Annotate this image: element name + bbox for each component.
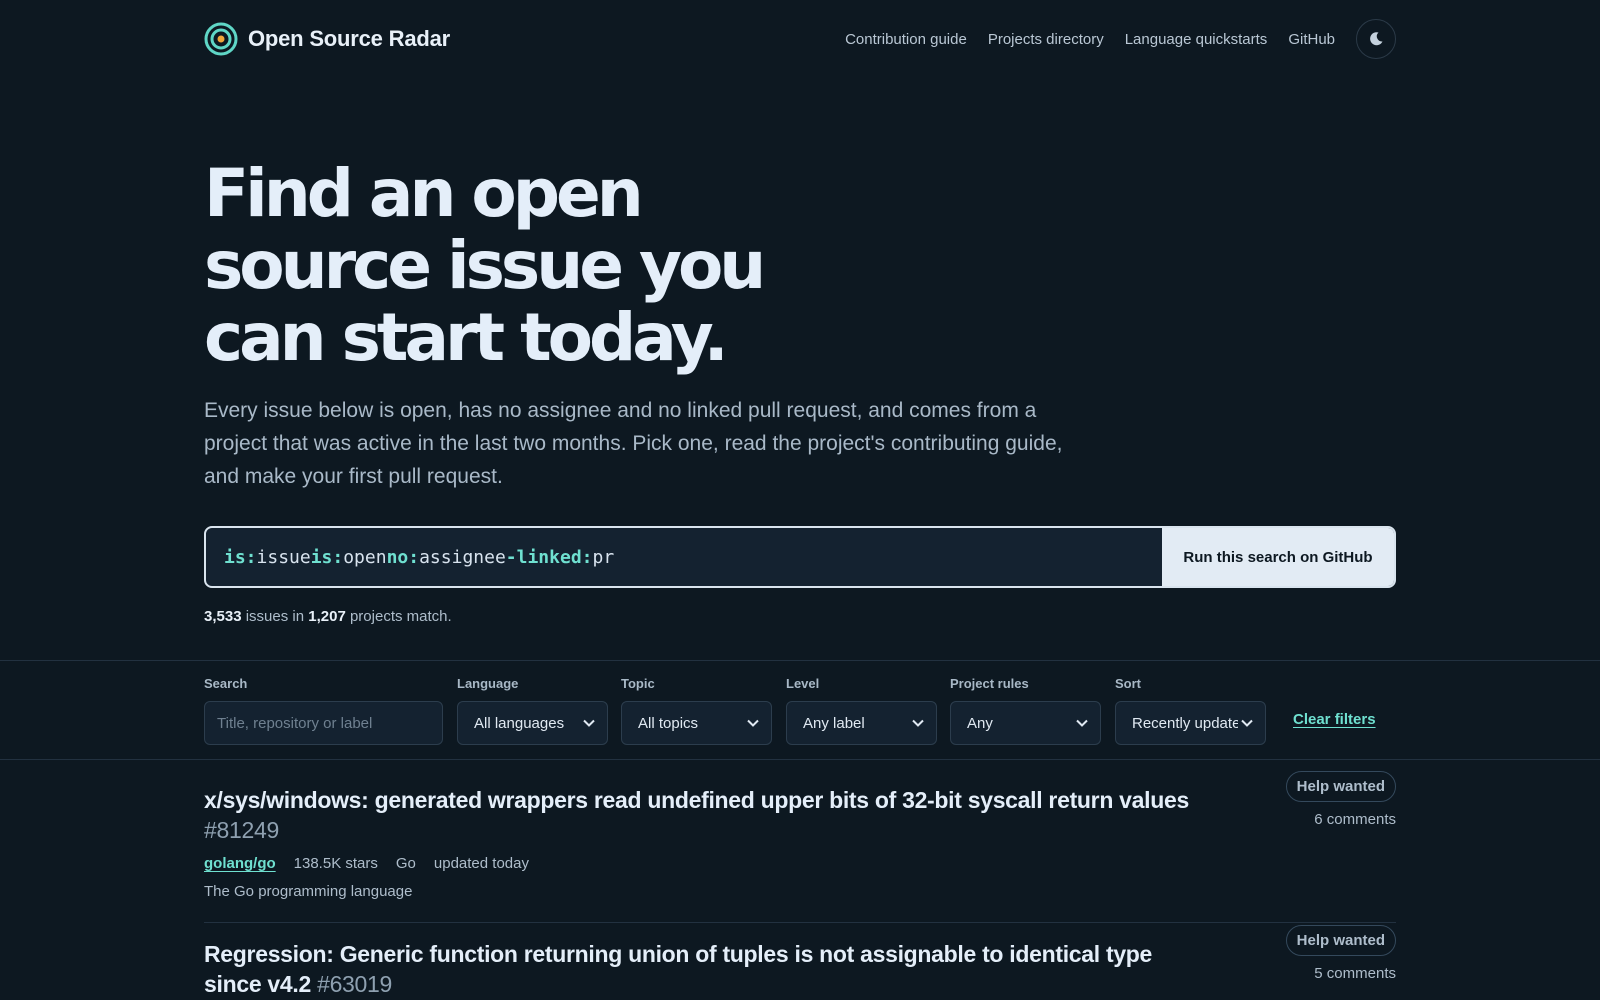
brand-name: Open Source Radar [248,26,450,51]
filter-label: Topic [621,676,655,691]
query-key: no: [386,546,420,568]
repo-link[interactable]: golang/go [204,855,276,872]
clear-filters-link[interactable]: Clear filters [1293,711,1376,728]
run-search-on-github-button[interactable]: Run this search on GitHub [1162,528,1394,586]
level-select[interactable]: Any label [786,701,937,745]
filter-label: Level [786,676,820,691]
top-bar: Open Source Radar Contribution guide Pro… [204,18,1396,60]
projects-word: projects match. [349,608,452,625]
issue-item[interactable]: Regression: Generic function returning u… [204,925,1396,999]
chevron-down-icon [747,719,759,727]
chevron-down-icon [1076,719,1088,727]
search-query-code[interactable]: is: issue is: open no: assignee -linked: pr [206,528,1162,586]
query-key: is: [310,546,344,568]
select-value: All topics [638,714,699,732]
comment-count: 6 comments [1314,811,1396,828]
select-value: Recently updated [1132,714,1238,732]
filter-project-rules: Project rules Any [950,676,1101,745]
issue-number: #81249 [204,817,279,843]
issue-title[interactable]: Regression: Generic function returning u… [204,939,1194,999]
radar-logo-icon [204,22,238,56]
issue-number: #63019 [317,971,393,997]
query-key: -linked: [505,546,593,568]
repo-description: The Go programming language [204,883,413,900]
main-nav: Contribution guide Projects directory La… [845,19,1396,59]
search-placeholder: Title, repository or label [217,714,373,732]
filter-label: Search [204,676,248,691]
filter-topic: Topic All topics [621,676,772,745]
filter-level: Level Any label [786,676,937,745]
moon-icon [1370,32,1383,46]
issue-title-text: x/sys/windows: generated wrappers read u… [204,787,1189,813]
theme-toggle-button[interactable] [1356,19,1396,59]
query-value: issue [256,546,311,568]
filter-search: Search Title, repository or label [204,676,443,745]
chevron-down-icon [583,719,595,727]
issues-word: issues in [245,608,305,625]
select-value: All languages [474,714,565,732]
issue-side: Help wanted 6 comments [1285,771,1396,828]
language-select[interactable]: All languages [457,701,608,745]
issue-meta: golang/go 138.5K stars Go updated today [204,855,1396,872]
select-value: Any label [803,714,865,732]
filter-language: Language All languages [457,676,608,745]
topic-select[interactable]: All topics [621,701,772,745]
issue-updated: updated today [433,855,529,872]
hero-title: Find an open source issue you can start … [204,155,766,376]
nav-contribution-guide[interactable]: Contribution guide [845,31,967,48]
project-rules-select[interactable]: Any [950,701,1101,745]
chevron-down-icon [1241,719,1253,727]
issue-side: Help wanted 5 comments [1285,925,1396,982]
nav-projects-directory[interactable]: Projects directory [988,31,1104,48]
repo-language: Go [395,855,416,872]
sort-select[interactable]: Recently updated [1115,701,1266,745]
repo-stars: 138.5K stars [293,855,378,872]
issue-item[interactable]: x/sys/windows: generated wrappers read u… [204,771,1396,900]
chevron-down-icon [912,719,924,727]
query-value: open [343,546,387,568]
query-key: is: [224,546,257,568]
issue-divider [204,922,1396,923]
issues-count: 3,533 [204,608,242,625]
hero-description: Every issue below is open, has no assign… [204,399,1063,488]
filter-label: Project rules [950,676,1029,691]
query-value: pr [592,546,615,568]
match-summary: 3,533 issues in 1,207 projects match. [204,608,452,625]
filter-label: Sort [1115,676,1141,691]
filter-label: Language [457,676,519,691]
issue-title[interactable]: x/sys/windows: generated wrappers read u… [204,785,1194,845]
search-query-box: is: issue is: open no: assignee -linked: pr … [204,526,1396,588]
brand[interactable]: Open Source Radar [204,22,450,56]
search-input[interactable]: Title, repository or label [204,701,443,745]
projects-count: 1,207 [308,608,346,625]
nav-language-quickstarts[interactable]: Language quickstarts [1125,31,1268,48]
label-badge: Help wanted [1285,925,1396,956]
filter-sort: Sort Recently updated [1115,676,1266,745]
comment-count: 5 comments [1314,965,1396,982]
nav-github[interactable]: GitHub [1288,31,1335,48]
query-value: assignee [419,546,506,568]
label-badge: Help wanted [1285,771,1396,802]
select-value: Any [967,714,993,732]
